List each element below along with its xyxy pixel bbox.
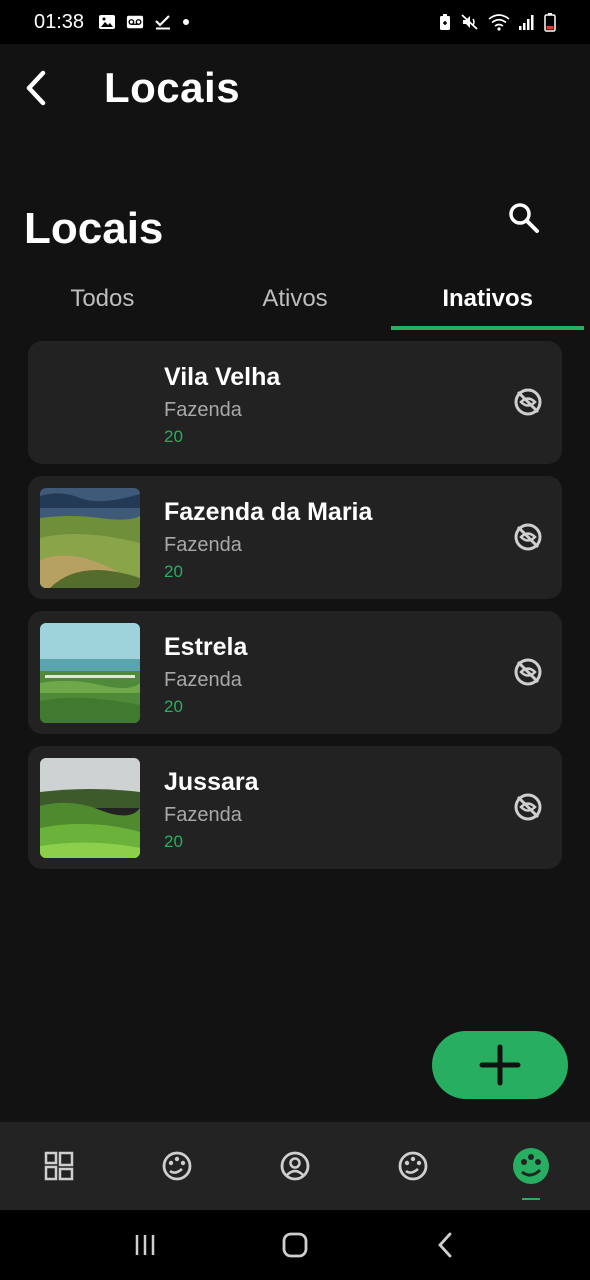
place-photo [40, 758, 140, 858]
filter-tabs: Todos Ativos Inativos [6, 268, 584, 330]
top-app-bar: Locais [0, 44, 590, 132]
place-photo [40, 623, 140, 723]
back-button[interactable] [6, 58, 66, 118]
wifi-icon [488, 14, 510, 31]
visibility-off-icon [514, 658, 542, 686]
status-time: 01:38 [34, 10, 85, 33]
place-type: Fazenda [164, 534, 242, 556]
nav-palette-1[interactable] [118, 1122, 236, 1210]
home-button[interactable] [265, 1215, 325, 1275]
mute-icon [461, 14, 478, 30]
battery-saver-icon [440, 14, 450, 30]
place-name: Jussara [164, 768, 259, 796]
eco-palette-icon [513, 1148, 549, 1184]
chevron-left-icon [438, 1232, 452, 1258]
visibility-off-icon [514, 523, 542, 551]
signal-icon [519, 15, 534, 30]
image-notification-icon [99, 15, 116, 29]
plus-icon [479, 1044, 521, 1086]
places-list: Vila Velha Fazenda 20 Fazenda da Maria F… [28, 341, 562, 881]
place-type: Fazenda [164, 669, 242, 691]
place-count: 20 [164, 697, 183, 716]
page-title: Locais [24, 204, 164, 253]
place-name: Fazenda da Maria [164, 498, 373, 526]
tab-todos[interactable]: Todos [6, 268, 199, 330]
system-navigation [0, 1210, 590, 1280]
account-circle-icon [280, 1151, 310, 1181]
search-button[interactable] [500, 194, 548, 242]
toggle-visibility-button[interactable] [510, 654, 546, 690]
place-name: Vila Velha [164, 363, 281, 391]
check-notification-icon [155, 15, 171, 30]
toggle-visibility-button[interactable] [510, 789, 546, 825]
place-count: 20 [164, 562, 183, 581]
search-icon [509, 203, 539, 233]
place-card[interactable]: Jussara Fazenda 20 [28, 746, 562, 869]
notification-icons [98, 14, 190, 30]
recent-apps-icon [135, 1235, 155, 1255]
toggle-visibility-button[interactable] [510, 384, 546, 420]
palette-icon [162, 1151, 192, 1181]
bottom-navigation [0, 1122, 590, 1210]
system-status-icons [438, 12, 556, 32]
arrow-back-icon [26, 70, 46, 106]
tab-inativos[interactable]: Inativos [391, 268, 584, 330]
add-place-button[interactable] [432, 1031, 568, 1099]
place-count: 20 [164, 832, 183, 851]
place-card[interactable]: Fazenda da Maria Fazenda 20 [28, 476, 562, 599]
dot-icon [183, 19, 190, 25]
nav-palette-2[interactable] [354, 1122, 472, 1210]
visibility-off-icon [514, 388, 542, 416]
place-name: Estrela [164, 633, 248, 661]
place-type: Fazenda [164, 399, 242, 421]
place-card[interactable]: Estrela Fazenda 20 [28, 611, 562, 734]
visibility-off-icon [514, 793, 542, 821]
palette-icon [398, 1151, 428, 1181]
tab-ativos[interactable]: Ativos [199, 268, 392, 330]
nav-dashboard[interactable] [0, 1122, 118, 1210]
place-count: 20 [164, 427, 183, 446]
home-icon [282, 1232, 308, 1258]
nav-places[interactable] [472, 1122, 590, 1210]
recent-apps-button[interactable] [115, 1215, 175, 1275]
battery-icon [544, 13, 556, 32]
system-back-button[interactable] [415, 1215, 475, 1275]
place-photo [40, 488, 140, 588]
place-card[interactable]: Vila Velha Fazenda 20 [28, 341, 562, 464]
nav-profile[interactable] [236, 1122, 354, 1210]
status-bar: 01:38 [0, 0, 590, 44]
voicemail-notification-icon [126, 15, 144, 29]
app-bar-title: Locais [104, 64, 241, 111]
dashboard-icon [44, 1151, 74, 1181]
toggle-visibility-button[interactable] [510, 519, 546, 555]
place-type: Fazenda [164, 804, 242, 826]
